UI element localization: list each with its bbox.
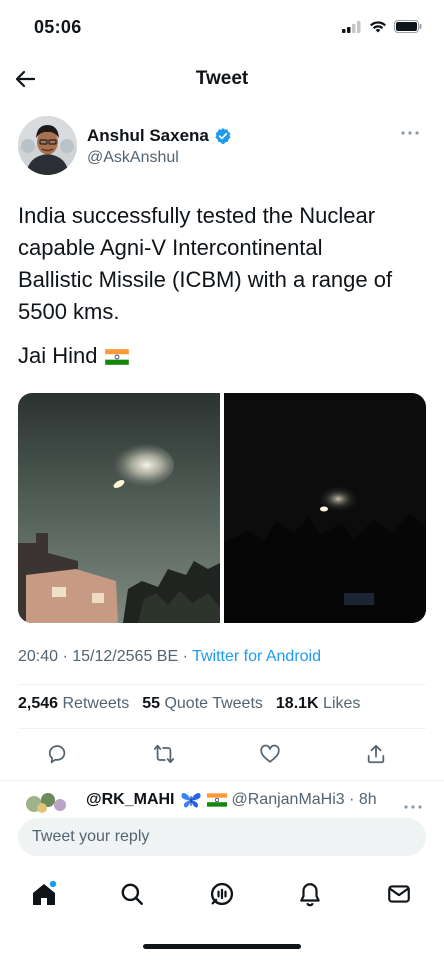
retweet-button[interactable]	[146, 738, 182, 770]
spaces-icon	[210, 882, 234, 906]
bottom-nav	[0, 870, 444, 916]
home-indicator	[143, 944, 301, 949]
reply-author[interactable]: @RK_MAHI @RanjanMaHi3 · 8h	[86, 791, 377, 809]
more-horizontal-icon	[401, 131, 419, 135]
reply-more-button[interactable]	[404, 796, 422, 814]
page-title: Tweet	[195, 68, 249, 89]
heart-icon	[260, 744, 280, 763]
likes-stat[interactable]: 18.1K Likes	[276, 695, 361, 713]
reply-avatar[interactable]	[22, 790, 72, 814]
nav-search[interactable]	[116, 878, 148, 910]
share-icon	[367, 744, 385, 764]
quote-tweets-stat[interactable]: 55 Quote Tweets	[142, 695, 263, 713]
bell-icon	[300, 883, 320, 907]
likes-label: Likes	[323, 695, 361, 712]
tweet-line: Ballistic Missile (ICBM) with a range of	[18, 267, 393, 292]
tweet-line-jai-hind: Jai Hind	[18, 340, 430, 372]
tweet-timestamp: 20:40 · 15/12/2565 BE ·	[18, 648, 193, 665]
india-flag-icon	[105, 349, 130, 365]
search-icon	[121, 883, 143, 905]
quote-tweets-count: 55	[142, 695, 160, 712]
retweets-stat[interactable]: 2,546 Retweets	[18, 695, 129, 713]
divider	[0, 780, 444, 781]
home-icon	[33, 880, 57, 905]
verified-badge-icon	[215, 128, 231, 144]
tweet-meta: 20:40 · 15/12/2565 BE · Twitter for Andr…	[18, 648, 321, 666]
retweet-icon	[153, 744, 175, 764]
reply-author-name: @RK_MAHI	[86, 791, 175, 808]
tweet-line: 5500 kms.	[18, 299, 120, 324]
reply-author-handle: @RanjanMaHi3 · 8h	[231, 791, 377, 808]
wifi-icon	[370, 21, 386, 33]
author-name[interactable]: Anshul Saxena	[87, 126, 232, 146]
tweet-line: India successfully tested the Nuclear	[18, 203, 376, 228]
more-horizontal-icon	[404, 805, 422, 809]
status-bar: 05:06	[0, 0, 444, 56]
tweet-line: capable Agni-V Intercontinental	[18, 235, 323, 260]
divider	[18, 728, 426, 729]
reply-composer	[18, 818, 426, 856]
nav-home[interactable]	[28, 878, 60, 910]
tweet-more-button[interactable]	[398, 126, 422, 140]
media-photo-2[interactable]	[224, 393, 426, 623]
quote-tweets-label: Quote Tweets	[164, 695, 263, 712]
tweet-jai-hind-text: Jai Hind	[18, 343, 98, 368]
nav-messages[interactable]	[383, 878, 415, 910]
reply-icon	[48, 745, 66, 764]
nav-notifications[interactable]	[294, 878, 326, 910]
retweets-label: Retweets	[62, 695, 130, 712]
reply-preview[interactable]: @RK_MAHI @RanjanMaHi3 · 8h	[18, 786, 426, 814]
tweet-actions	[40, 738, 394, 770]
like-button[interactable]	[252, 738, 288, 770]
tweet-header: Tweet	[0, 56, 444, 102]
status-icons	[342, 20, 422, 33]
status-time: 05:06	[34, 17, 82, 37]
author-avatar[interactable]	[18, 116, 77, 175]
battery-icon	[394, 20, 422, 33]
divider	[18, 684, 426, 685]
nav-spaces[interactable]	[206, 878, 238, 910]
reply-button[interactable]	[40, 738, 76, 770]
share-button[interactable]	[358, 738, 394, 770]
media-photo-1[interactable]	[18, 393, 220, 623]
reply-input[interactable]	[18, 818, 426, 856]
tweet-stats: 2,546 Retweets 55 Quote Tweets 18.1K Lik…	[18, 695, 360, 713]
tweet-media	[18, 393, 426, 623]
likes-count: 18.1K	[275, 695, 319, 712]
author-handle[interactable]: @AskAnshul	[87, 149, 179, 167]
butterfly-icon	[180, 792, 201, 808]
cellular-signal-icon	[342, 20, 361, 33]
tweet-source-link[interactable]: Twitter for Android	[192, 648, 321, 665]
tweet-author: Anshul Saxena @AskAnshul	[18, 116, 426, 180]
author-name-text: Anshul Saxena	[87, 126, 209, 145]
india-flag-icon	[206, 793, 227, 807]
retweets-count: 2,546	[18, 695, 59, 712]
tweet-text: India successfully tested the Nuclear ca…	[18, 200, 430, 372]
mail-icon	[388, 885, 410, 903]
